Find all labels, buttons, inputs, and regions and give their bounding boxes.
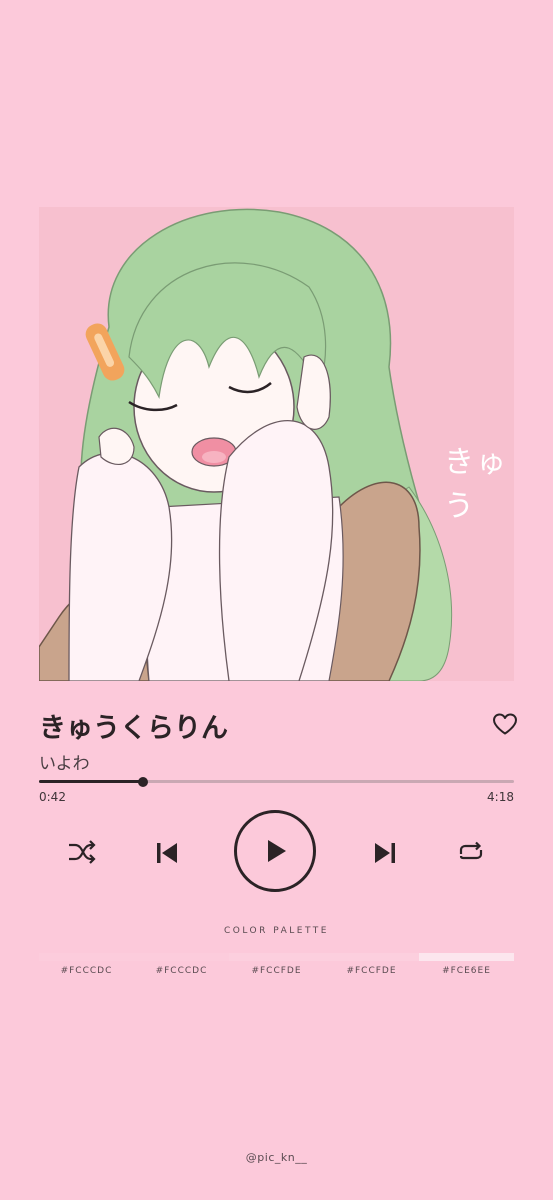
play-icon — [268, 840, 286, 862]
like-button[interactable] — [492, 712, 518, 736]
progress-handle[interactable] — [138, 776, 149, 787]
palette-swatch-label: #FCE6EE — [442, 966, 491, 976]
progress-bar[interactable] — [39, 776, 514, 787]
repeat-button[interactable] — [457, 839, 485, 869]
total-time: 4:18 — [487, 790, 514, 804]
palette-swatch — [134, 953, 229, 961]
play-button[interactable] — [234, 810, 316, 892]
artist-name: いよわ — [39, 754, 90, 774]
palette-swatch-label: #FCCCDC — [60, 966, 113, 976]
palette-swatch-label: #FCCFDE — [251, 966, 302, 976]
palette-swatch — [229, 953, 324, 961]
skip-next-icon — [375, 843, 395, 863]
shuffle-button[interactable] — [66, 838, 98, 870]
heart-icon — [493, 713, 517, 735]
progress-fill — [39, 780, 144, 783]
album-art-caption: きゅう — [444, 445, 508, 524]
palette-title: COLOR PALETTE — [224, 926, 329, 936]
palette-swatch-label: #FCCFDE — [346, 966, 397, 976]
current-time: 0:42 — [39, 790, 66, 804]
song-title: きゅうくらりん — [39, 713, 228, 744]
shuffle-icon — [69, 840, 96, 864]
palette-swatch — [324, 953, 419, 961]
credit-handle: @pic_kn__ — [245, 1151, 308, 1164]
previous-button[interactable] — [155, 841, 179, 869]
album-art: きゅう — [39, 207, 514, 681]
album-illustration — [39, 207, 514, 681]
repeat-icon — [459, 841, 483, 860]
skip-previous-icon — [157, 843, 177, 863]
palette-swatch — [419, 953, 514, 961]
next-button[interactable] — [373, 841, 397, 869]
palette-swatch-label: #FCCCDC — [155, 966, 208, 976]
palette-swatch — [39, 953, 134, 961]
